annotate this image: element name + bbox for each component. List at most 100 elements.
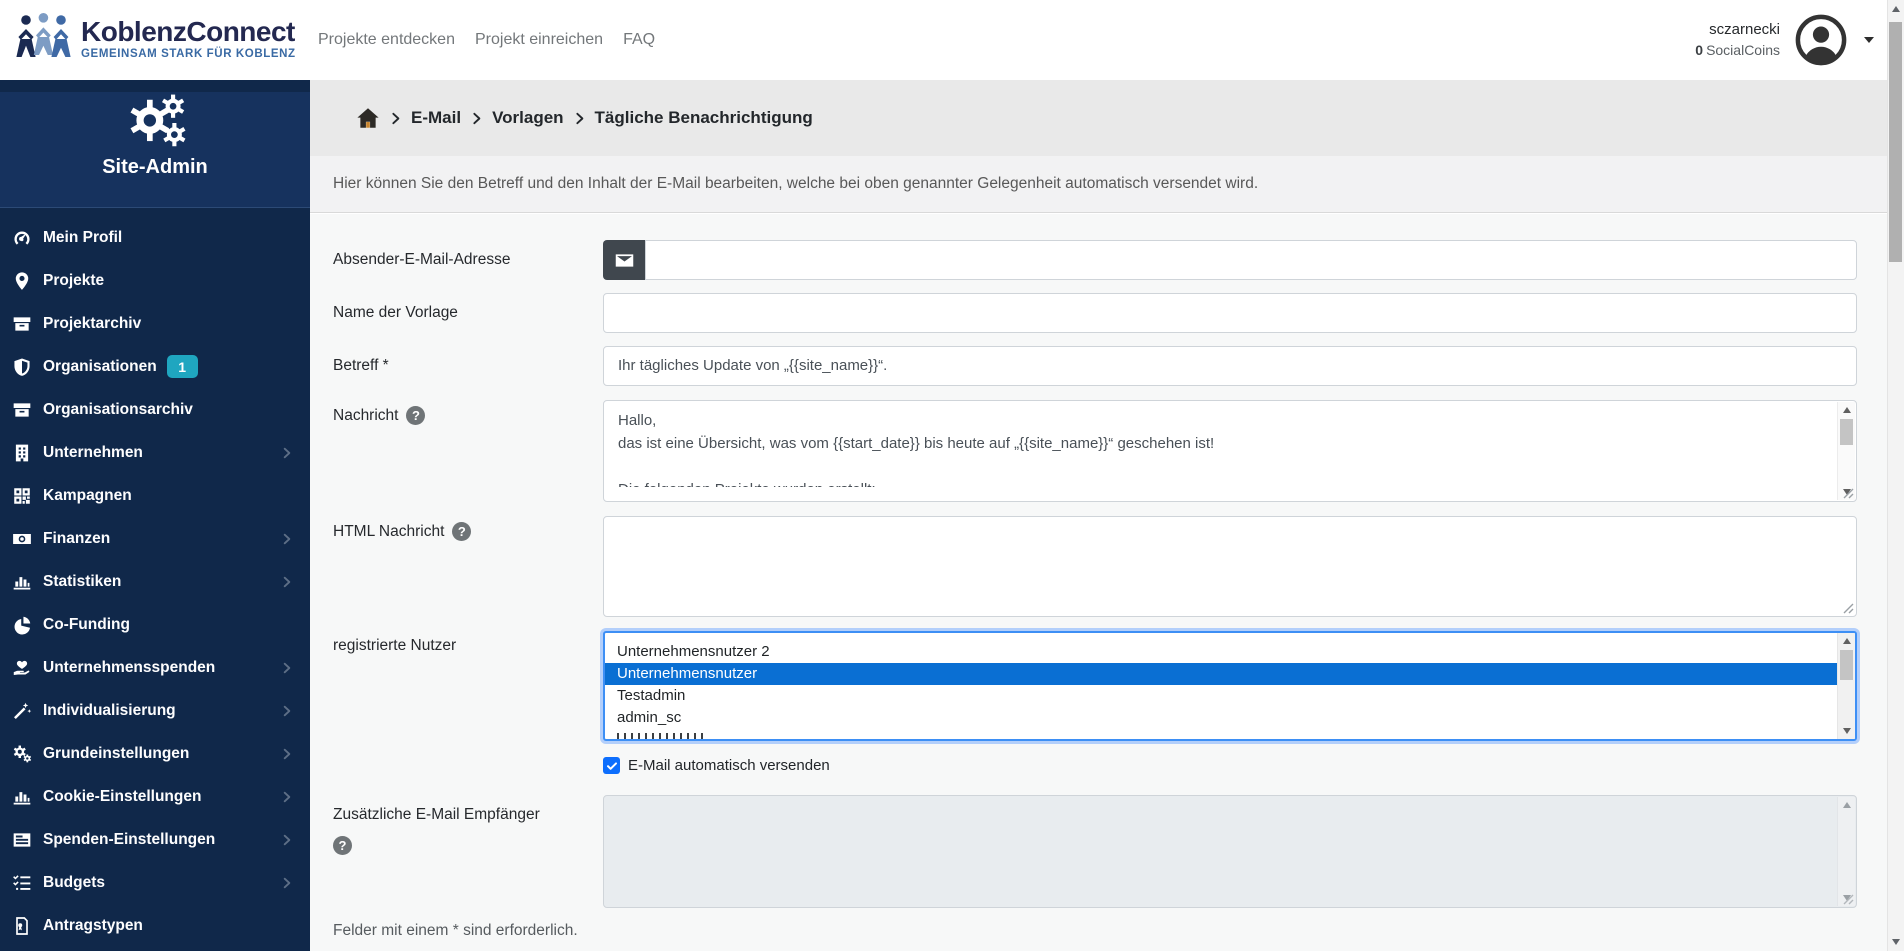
sidebar-item-label: Mein Profil [43, 228, 123, 246]
sender-email-label: Absender-E-Mail-Adresse [333, 251, 511, 268]
sidebar-item-organisationsarchiv[interactable]: Organisationsarchiv [0, 388, 310, 431]
html-message-textarea[interactable] [603, 516, 1857, 617]
sidebar-item-label: Organisationsarchiv [43, 400, 193, 418]
tasks-icon [12, 873, 34, 893]
hand-heart-icon [12, 658, 34, 678]
sidebar-item-label: Spenden-Einstellungen [43, 830, 216, 848]
resize-grip-icon[interactable] [1842, 602, 1854, 614]
sidebar-item-unternehmen[interactable]: Unternehmen [0, 431, 310, 474]
envelope-icon [603, 240, 645, 280]
sidebar-item-organisationen[interactable]: Organisationen 1 [0, 345, 310, 388]
scrollbar-thumb[interactable] [1889, 22, 1902, 262]
pie-chart-icon [12, 615, 34, 635]
site-logo[interactable]: KoblenzConnect GEMEINSAM STARK FÜR KOBLE… [16, 11, 296, 65]
chevron-right-icon [280, 876, 294, 890]
select-scrollbar[interactable] [1837, 633, 1855, 739]
sidebar-item-projekte[interactable]: Projekte [0, 259, 310, 302]
username: sczarnecki [1709, 21, 1780, 38]
email-template-form: Absender-E-Mail-Adresse Name der Vorlage… [310, 214, 1888, 951]
building-icon [12, 443, 34, 463]
sidebar-item-label: Finanzen [43, 529, 111, 547]
dashboard-icon [12, 228, 34, 248]
main-nav: Projekte entdecken Projekt einreichen FA… [318, 0, 655, 80]
textarea-scrollbar[interactable] [1837, 402, 1855, 500]
sidebar-item-label: Organisationen [43, 357, 157, 375]
registered-users-select[interactable]: Unternehmensnutzer 2 Unternehmensnutzer Te… [603, 631, 1857, 741]
template-name-input[interactable] [603, 293, 1857, 333]
sidebar-item-label: Statistiken [43, 572, 122, 590]
message-textarea[interactable]: Hallo, das ist eine Übersicht, was vom {… [603, 400, 1857, 502]
top-header: KoblenzConnect GEMEINSAM STARK FÜR KOBLE… [0, 0, 1904, 80]
sidebar-item-label: Individualisierung [43, 701, 176, 719]
chevron-right-icon [389, 112, 402, 125]
auto-send-label: E-Mail automatisch versenden [628, 757, 830, 774]
textarea-scrollbar [1837, 797, 1855, 906]
user-option[interactable]: Unternehmensnutzer [605, 663, 1838, 685]
sidebar-item-unternehmensspenden[interactable]: Unternehmensspenden [0, 646, 310, 689]
message-label: Nachricht ? [333, 406, 426, 425]
chevron-right-icon [280, 661, 294, 675]
scroll-down-icon[interactable] [1892, 939, 1900, 945]
socialcoins-balance: 0 SocialCoins [1695, 42, 1780, 58]
file-seal-icon [12, 916, 34, 936]
resize-grip-icon [1842, 893, 1854, 905]
auto-send-checkbox[interactable] [603, 757, 620, 774]
user-menu[interactable]: sczarnecki 0 SocialCoins [1695, 13, 1874, 67]
help-icon[interactable]: ? [333, 836, 352, 855]
sidebar-item-label: Projektarchiv [43, 314, 142, 332]
extra-recipients-label: Zusätzliche E-Mail Empfänger [333, 806, 540, 823]
sidebar-item-mein-profil[interactable]: Mein Profil [0, 216, 310, 259]
required-fields-note: Felder mit einem * sind erforderlich. [333, 922, 578, 939]
map-marker-icon [12, 271, 34, 291]
sidebar-header: Site-Admin [0, 92, 310, 208]
sidebar-item-spenden-einstellungen[interactable]: Spenden-Einstellungen [0, 818, 310, 861]
avatar[interactable] [1794, 13, 1848, 67]
chevron-down-icon [1864, 37, 1874, 43]
sidebar-item-finanzen[interactable]: Finanzen [0, 517, 310, 560]
sidebar-item-label: Budgets [43, 873, 105, 891]
sidebar-item-budgets[interactable]: Budgets [0, 861, 310, 904]
nav-projekt-einreichen[interactable]: Projekt einreichen [475, 31, 603, 49]
logo-tagline: GEMEINSAM STARK FÜR KOBLENZ [81, 47, 296, 60]
user-option[interactable]: admin_sc [605, 707, 1838, 729]
nav-faq[interactable]: FAQ [623, 31, 655, 49]
breadcrumb-item[interactable]: E-Mail [411, 108, 461, 128]
chevron-right-icon [280, 790, 294, 804]
page-description: Hier können Sie den Betreff und den Inha… [310, 156, 1888, 213]
extra-recipients-textarea [603, 795, 1857, 908]
archive-icon [12, 314, 34, 334]
home-icon[interactable] [356, 107, 380, 129]
sidebar-item-e-mail[interactable]: E-Mail [0, 947, 310, 951]
help-icon[interactable]: ? [406, 406, 426, 425]
template-name-label: Name der Vorlage [333, 304, 458, 321]
sidebar-item-label: Kampagnen [43, 486, 132, 504]
sidebar-item-grundeinstellungen[interactable]: Grundeinstellungen [0, 732, 310, 775]
admin-sidebar: Site-Admin Mein Profil Projekte Projekta… [0, 80, 310, 951]
chevron-right-icon [280, 747, 294, 761]
chevron-right-icon [573, 112, 586, 125]
scroll-up-icon[interactable] [1892, 6, 1900, 12]
sidebar-item-label: Projekte [43, 271, 105, 289]
sidebar-item-individualisierung[interactable]: Individualisierung [0, 689, 310, 732]
people-logo-icon [16, 11, 72, 65]
sidebar-item-antragstypen[interactable]: Antragstypen [0, 904, 310, 947]
breadcrumb-item[interactable]: Vorlagen [492, 108, 563, 128]
sender-email-input[interactable] [645, 240, 1857, 280]
subject-input[interactable]: Ihr tägliches Update von „{{site_name}}“… [603, 346, 1857, 386]
sidebar-item-co-funding[interactable]: Co-Funding [0, 603, 310, 646]
nav-projekte-entdecken[interactable]: Projekte entdecken [318, 31, 455, 49]
sidebar-item-statistiken[interactable]: Statistiken [0, 560, 310, 603]
chevron-right-icon [280, 532, 294, 546]
sidebar-item-kampagnen[interactable]: Kampagnen [0, 474, 310, 517]
user-option[interactable]: Unternehmensnutzer 2 [605, 641, 1838, 663]
gears-icon [124, 92, 186, 154]
sidebar-item-projektarchiv[interactable]: Projektarchiv [0, 302, 310, 345]
sidebar-item-cookie-einstellungen[interactable]: Cookie-Einstellungen [0, 775, 310, 818]
chevron-right-icon [280, 704, 294, 718]
user-option[interactable]: Testadmin [605, 685, 1838, 707]
page-scrollbar[interactable] [1887, 0, 1904, 951]
count-badge: 1 [166, 355, 198, 378]
resize-grip-icon[interactable] [1842, 487, 1854, 499]
registered-users-label: registrierte Nutzer [333, 637, 457, 654]
help-icon[interactable]: ? [452, 522, 472, 541]
